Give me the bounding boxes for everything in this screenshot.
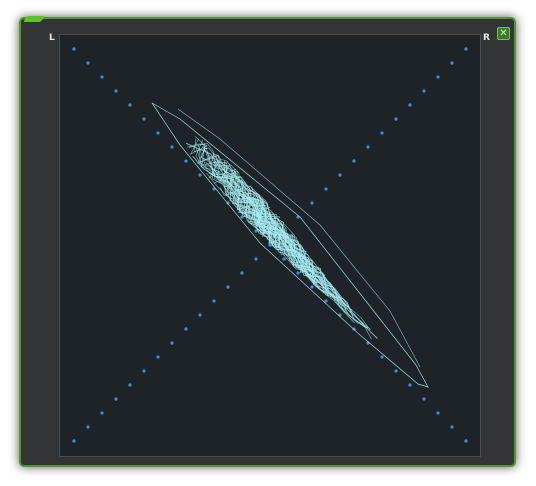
guide-dot-right-diagonal [212,299,216,303]
guide-dot-left-diagonal [408,383,412,387]
guide-dot-right-diagonal [72,439,76,443]
stereo-scope-display [59,34,481,457]
guide-dot-right-diagonal [268,243,272,247]
trace-envelope-inner [177,108,421,368]
guide-dot-left-diagonal [282,257,286,261]
guide-dot-left-diagonal [142,117,146,121]
guide-dot-right-diagonal [394,117,398,121]
close-button[interactable]: ✕ [497,27,510,40]
guide-dot-right-diagonal [254,257,258,261]
guide-dot-left-diagonal [170,145,174,149]
guide-dot-right-diagonal [156,355,160,359]
guide-dot-left-diagonal [156,131,160,135]
guide-dot-left-diagonal [338,313,342,317]
guide-dot-right-diagonal [450,61,454,65]
scope-canvas [72,47,468,443]
guide-dot-left-diagonal [128,103,132,107]
guide-dot-left-diagonal [100,75,104,79]
guide-dot-left-diagonal [450,425,454,429]
guide-dot-right-diagonal [128,383,132,387]
guide-dot-left-diagonal [296,271,300,275]
guide-dot-right-diagonal [380,131,384,135]
guide-dot-left-diagonal [198,173,202,177]
guide-dot-right-diagonal [310,201,314,205]
guide-dot-right-diagonal [366,145,370,149]
guide-dot-right-diagonal [352,159,356,163]
guide-dot-right-diagonal [100,411,104,415]
guide-dot-left-diagonal [464,439,468,443]
guide-dot-right-diagonal [240,271,244,275]
guide-dot-right-diagonal [184,327,188,331]
guide-dot-right-diagonal [198,313,202,317]
guide-dot-left-diagonal [310,285,314,289]
right-channel-label: R [483,33,490,43]
guide-dot-right-diagonal [436,75,440,79]
close-icon: ✕ [499,28,508,39]
guide-dot-right-diagonal [422,89,426,93]
guide-dot-left-diagonal [380,355,384,359]
diagonal-guide-dots [72,47,468,443]
guide-dot-left-diagonal [72,47,76,51]
guide-dot-right-diagonal [324,187,328,191]
guide-dot-right-diagonal [338,173,342,177]
guide-dot-right-diagonal [114,397,118,401]
guide-dot-left-diagonal [184,159,188,163]
guide-dot-right-diagonal [170,341,174,345]
guide-dot-left-diagonal [436,411,440,415]
guide-dot-left-diagonal [324,299,328,303]
window-corner-tab[interactable] [22,16,46,22]
left-channel-label: L [49,33,55,43]
goniometer-window: L R ✕ [19,16,516,467]
guide-dot-right-diagonal [226,285,230,289]
trace-stroke [248,221,325,294]
guide-dot-left-diagonal [394,369,398,373]
guide-dot-right-diagonal [464,47,468,51]
guide-dot-right-diagonal [408,103,412,107]
guide-dot-left-diagonal [86,61,90,65]
guide-dot-left-diagonal [422,397,426,401]
guide-dot-left-diagonal [114,89,118,93]
guide-dot-right-diagonal [86,425,90,429]
lissajous-trace [151,102,429,388]
guide-dot-right-diagonal [142,369,146,373]
